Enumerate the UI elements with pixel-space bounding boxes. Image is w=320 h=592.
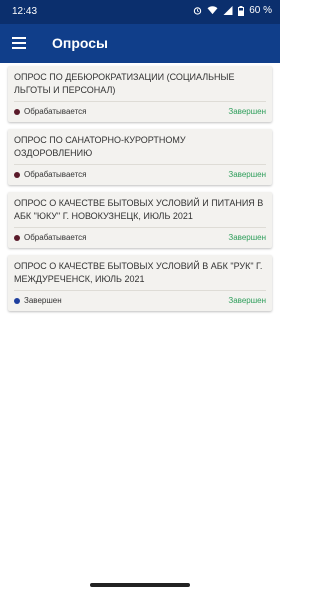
status-dot-icon [14,171,20,178]
survey-status-label: Завершен [24,296,62,305]
survey-card[interactable]: ОПРОС ПО САНАТОРНО-КУРОРТНОМУ ОЗДОРОВЛЕН… [8,129,272,185]
status-dot-icon [14,297,20,304]
survey-result: Завершен [228,107,266,116]
survey-title: ОПРОС ПО ДЕБЮРОКРАТИЗАЦИИ (СОЦИАЛЬНЫЕ ЛЬ… [14,72,235,95]
gesture-nav-handle[interactable] [90,583,190,587]
status-time: 12:43 [12,6,38,17]
survey-title: ОПРОС О КАЧЕСТВЕ БЫТОВЫХ УСЛОВИЙ В АБК "… [14,261,263,284]
status-dot-icon [14,234,20,241]
status-dot-icon [14,108,20,115]
survey-card[interactable]: ОПРОС О КАЧЕСТВЕ БЫТОВЫХ УСЛОВИЙ И ПИТАН… [8,192,272,248]
survey-footer: Обрабатывается Завершен [8,228,272,248]
hamburger-menu-icon[interactable] [10,34,30,54]
alarm-icon [194,7,202,15]
survey-result: Завершен [228,296,266,305]
survey-status: Завершен [14,296,62,305]
survey-footer: Завершен Завершен [8,291,272,311]
wifi-icon [207,6,218,15]
app-bar: Опросы [0,24,280,63]
status-bar: 12:43 60 % [0,0,280,24]
battery-icon [238,5,245,16]
survey-status: Обрабатывается [14,107,87,116]
battery-level: 60 % [249,5,272,16]
survey-result: Завершен [228,233,266,242]
survey-card[interactable]: ОПРОС О КАЧЕСТВЕ БЫТОВЫХ УСЛОВИЙ В АБК "… [8,255,272,311]
signal-icon [223,6,233,15]
survey-result: Завершен [228,170,266,179]
survey-footer: Обрабатывается Завершен [8,165,272,185]
survey-status: Обрабатывается [14,170,87,179]
survey-footer: Обрабатывается Завершен [8,102,272,122]
survey-card[interactable]: ОПРОС ПО ДЕБЮРОКРАТИЗАЦИИ (СОЦИАЛЬНЫЕ ЛЬ… [8,66,272,122]
page-title: Опросы [52,35,109,51]
status-icons: 60 % [193,5,272,16]
survey-title: ОПРОС ПО САНАТОРНО-КУРОРТНОМУ ОЗДОРОВЛЕН… [14,135,186,158]
survey-status-label: Обрабатывается [24,233,87,242]
survey-status: Обрабатывается [14,233,87,242]
survey-list: ОПРОС ПО ДЕБЮРОКРАТИЗАЦИИ (СОЦИАЛЬНЫЕ ЛЬ… [8,66,272,318]
survey-status-label: Обрабатывается [24,170,87,179]
survey-status-label: Обрабатывается [24,107,87,116]
survey-title: ОПРОС О КАЧЕСТВЕ БЫТОВЫХ УСЛОВИЙ И ПИТАН… [14,198,264,221]
